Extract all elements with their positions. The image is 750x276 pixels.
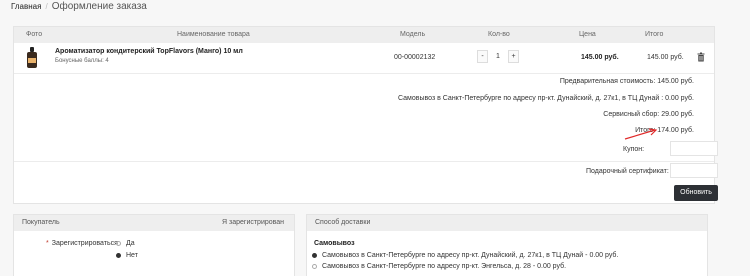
delivery-group-title: Самовывоз xyxy=(314,240,355,247)
breadcrumb-separator: / xyxy=(45,2,48,11)
delivery-panel-header: Способ доставки xyxy=(307,215,707,231)
coupon-label: Купон: xyxy=(623,146,645,153)
summary-service-fee: Сервисный сбор: 29.00 руб. xyxy=(603,111,694,118)
divider xyxy=(14,161,714,162)
cart-table-header: Фото Наименование товара Модель Кол-во Ц… xyxy=(14,27,714,43)
quantity-decrease-button[interactable]: - xyxy=(477,50,488,63)
register-field-text: Зарегистрироваться xyxy=(51,240,118,247)
breadcrumb-home-link[interactable]: Главная xyxy=(11,2,41,11)
quantity-increase-button[interactable]: + xyxy=(508,50,519,63)
gift-certificate-label: Подарочный сертификат: xyxy=(586,168,669,175)
register-yes-label: Да xyxy=(126,240,135,247)
delivery-option-dunaisky[interactable]: Самовывоз в Санкт-Петербурге по адресу п… xyxy=(312,252,618,259)
cart-table: Фото Наименование товара Модель Кол-во Ц… xyxy=(13,26,718,204)
product-model: 00-00002132 xyxy=(394,54,436,61)
radio-dot xyxy=(312,263,317,269)
buyer-panel: Покупатель Я зарегистрирован * Зарегистри… xyxy=(13,214,295,276)
page-title: Оформление заказа xyxy=(51,1,147,12)
column-quantity: Кол-во xyxy=(488,31,510,38)
summary-prelim-cost: Предварительная стоимость: 145.00 руб. xyxy=(559,78,694,85)
delivery-option-engelsa[interactable]: Самовывоз в Санкт-Петербурге по адресу п… xyxy=(312,263,566,270)
quantity-stepper: - 1 + xyxy=(477,50,519,63)
delivery-option-dunaisky-label: Самовывоз в Санкт-Петербурге по адресу п… xyxy=(322,252,619,259)
summary-pickup-cost: Самовывоз в Санкт-Петербурге по адресу п… xyxy=(398,95,694,102)
radio-dot xyxy=(116,240,121,246)
quantity-input[interactable]: 1 xyxy=(490,50,506,63)
register-no-label: Нет xyxy=(126,252,138,259)
register-field-label: * Зарегистрироваться xyxy=(46,240,118,247)
update-button[interactable]: Обновить xyxy=(674,185,718,201)
trash-icon[interactable] xyxy=(697,52,705,62)
column-model: Модель xyxy=(400,31,426,38)
column-product-name: Наименование товара xyxy=(177,31,250,38)
bottle-label xyxy=(28,58,36,63)
cart-row: Ароматизатор кондитерский TopFlavors (Ма… xyxy=(14,43,714,74)
registered-link[interactable]: Я зарегистрирован xyxy=(222,219,284,226)
annotation-arrow-icon xyxy=(624,128,658,140)
register-yes-radio[interactable]: Да xyxy=(116,240,135,247)
breadcrumb: Главная / Оформление заказа xyxy=(11,1,147,12)
buyer-title: Покупатель xyxy=(22,219,60,226)
radio-dot-selected xyxy=(116,252,121,258)
delivery-panel: Способ доставки Самовывоз Самовывоз в Са… xyxy=(306,214,708,276)
buyer-panel-header: Покупатель Я зарегистрирован xyxy=(14,215,294,231)
gift-certificate-input[interactable] xyxy=(670,163,718,178)
register-no-radio[interactable]: Нет xyxy=(116,252,138,259)
column-total: Итого xyxy=(645,31,664,38)
product-price: 145.00 руб. xyxy=(581,54,619,61)
product-total: 145.00 руб. xyxy=(647,54,684,61)
column-price: Цена xyxy=(579,31,596,38)
product-name-link[interactable]: Ароматизатор кондитерский TopFlavors (Ма… xyxy=(55,48,243,55)
product-bonus: Бонусные баллы: 4 xyxy=(55,58,109,64)
column-photo: Фото xyxy=(26,31,43,38)
delivery-title: Способ доставки xyxy=(315,219,371,226)
radio-dot-selected xyxy=(312,252,317,258)
product-photo[interactable] xyxy=(26,47,38,69)
delivery-option-engelsa-label: Самовывоз в Санкт-Петербурге по адресу п… xyxy=(322,263,567,270)
coupon-input[interactable] xyxy=(670,141,718,156)
